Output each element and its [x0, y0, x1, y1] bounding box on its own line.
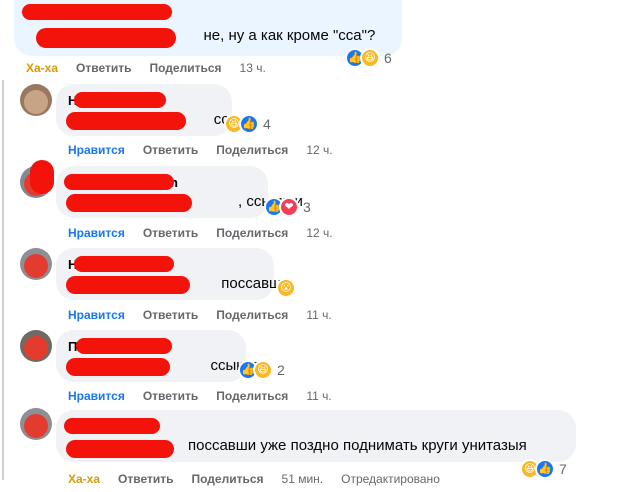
haha-icon: 😆 [253, 360, 273, 380]
redaction [36, 28, 176, 48]
love-icon: ❤ [279, 197, 299, 217]
reaction-summary[interactable]: 👍 ❤ 3 [264, 196, 311, 218]
redaction [64, 174, 174, 190]
comment-actions: Нравится Ответить Поделиться 11 ч. [68, 308, 350, 322]
reaction-count: 6 [384, 50, 392, 66]
reaction-summary[interactable]: 👍 😆 6 [345, 47, 392, 69]
share-button[interactable]: Поделиться [191, 472, 263, 486]
reaction-summary[interactable]: 😆 👍 4 [224, 113, 271, 135]
reply-button[interactable]: Ответить [143, 226, 198, 240]
react-button[interactable]: Нравится [68, 389, 125, 403]
react-button[interactable]: Нравится [68, 226, 125, 240]
react-button[interactable]: Нравится [68, 308, 125, 322]
reaction-summary[interactable]: 😮 [276, 277, 296, 299]
timestamp[interactable]: 11 ч. [306, 308, 331, 322]
comment-actions: Ха-ха Ответить Поделиться 51 мин. Отреда… [68, 472, 440, 486]
comment-actions: Нравится Ответить Поделиться 12 ч. [68, 226, 351, 240]
avatar[interactable] [20, 84, 52, 116]
reaction-summary[interactable]: 😆 👍 7 [520, 458, 567, 480]
share-button[interactable]: Поделиться [149, 61, 221, 75]
share-button[interactable]: Поделиться [216, 389, 288, 403]
comment-actions: Ха-ха Ответить Поделиться 13 ч. [26, 61, 284, 75]
like-icon: 👍 [535, 459, 555, 479]
timestamp[interactable]: 13 ч. [240, 61, 266, 75]
redaction [64, 418, 160, 434]
redaction [66, 194, 192, 212]
reply-button[interactable]: Ответить [143, 143, 198, 157]
timestamp[interactable]: 51 мин. [282, 472, 324, 486]
avatar[interactable] [20, 330, 52, 362]
reaction-summary[interactable]: 👍 😆 2 [238, 359, 285, 381]
share-button[interactable]: Поделиться [216, 143, 288, 157]
avatar[interactable] [20, 408, 52, 440]
share-button[interactable]: Поделиться [216, 308, 288, 322]
comment-actions: Нравится Ответить Поделиться 12 ч. [68, 143, 351, 157]
redaction [66, 358, 170, 376]
reaction-count: 4 [263, 116, 271, 132]
share-button[interactable]: Поделиться [216, 226, 288, 240]
timestamp[interactable]: 12 ч. [306, 143, 332, 157]
like-icon: 👍 [239, 114, 259, 134]
redaction [74, 256, 174, 272]
comment-actions: Нравится Ответить Поделиться 11 ч. [68, 389, 350, 403]
redaction [66, 112, 186, 130]
reaction-count: 3 [303, 199, 311, 215]
redaction [74, 92, 166, 108]
edited-label: Отредактировано [341, 472, 440, 486]
timestamp[interactable]: 11 ч. [306, 389, 331, 403]
react-button[interactable]: Ха-ха [26, 61, 58, 75]
redaction [30, 160, 54, 194]
wow-icon: 😮 [276, 278, 296, 298]
redaction [66, 276, 190, 294]
redaction [76, 338, 172, 354]
reaction-count: 7 [559, 461, 567, 477]
haha-icon: 😆 [360, 48, 380, 68]
reaction-count: 2 [277, 362, 285, 378]
thread-line [2, 80, 4, 480]
timestamp[interactable]: 12 ч. [306, 226, 332, 240]
react-button[interactable]: Ха-ха [68, 472, 100, 486]
avatar[interactable] [20, 248, 52, 280]
reply-button[interactable]: Ответить [76, 61, 131, 75]
redaction [22, 4, 172, 20]
reply-button[interactable]: Ответить [143, 389, 198, 403]
reply-button[interactable]: Ответить [118, 472, 173, 486]
redaction [66, 440, 174, 458]
react-button[interactable]: Нравится [68, 143, 125, 157]
reply-button[interactable]: Ответить [143, 308, 198, 322]
